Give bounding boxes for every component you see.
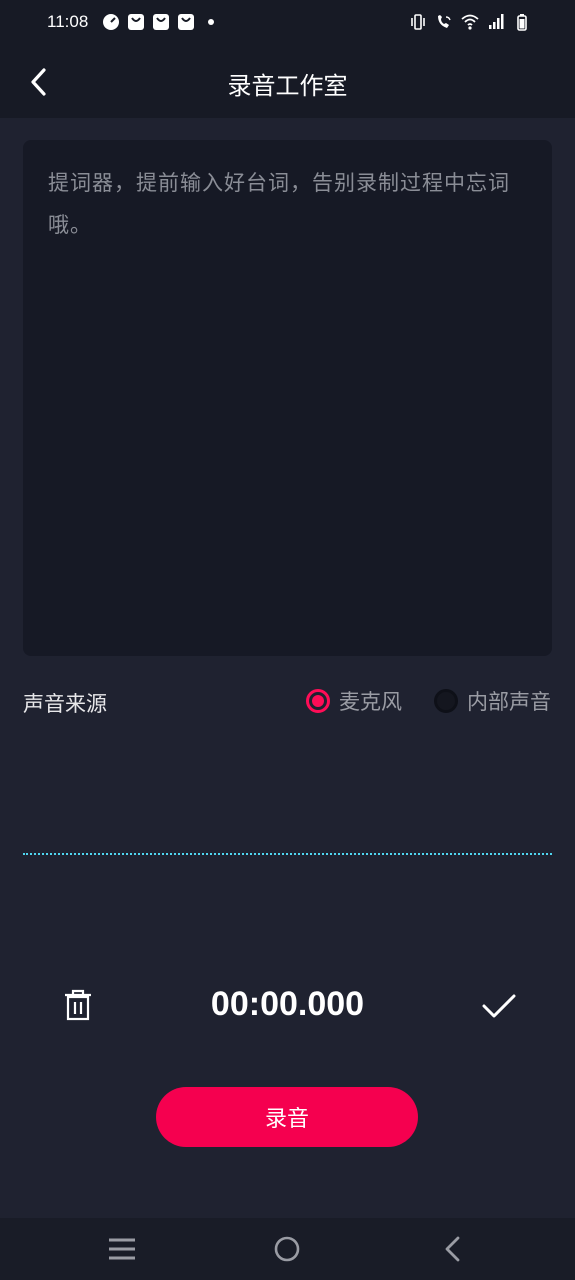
system-icons [409, 13, 531, 31]
status-time: 11:08 [47, 12, 89, 31]
waveform-line [23, 853, 552, 855]
back-nav-button[interactable] [438, 1236, 468, 1262]
menu-icon [109, 1238, 135, 1260]
vibrate-icon [411, 14, 425, 30]
speedometer-icon [103, 14, 119, 30]
radio-label: 内部声音 [467, 690, 551, 714]
shopping-bag-icon [178, 14, 194, 30]
teleprompter-panel [23, 140, 552, 656]
notification-icons [102, 13, 220, 31]
teleprompter-input[interactable] [48, 162, 527, 634]
status-bar: 11:08 [0, 0, 575, 48]
signal-icon [489, 14, 504, 29]
system-nav-bar [0, 1218, 575, 1280]
shopping-bag-icon [128, 14, 144, 30]
audio-source-label: 声音来源 [23, 692, 107, 716]
audio-source-radio-group: 麦克风 内部声音 [274, 686, 551, 716]
record-button[interactable]: 录音 [156, 1087, 418, 1147]
radio-internal-audio[interactable]: 内部声音 [434, 686, 551, 716]
app-header: 录音工作室 [0, 48, 575, 118]
dot-icon [208, 19, 214, 25]
battery-icon [517, 14, 527, 31]
radio-label: 麦克风 [339, 690, 402, 714]
recents-button[interactable] [107, 1236, 137, 1262]
recording-controls: 00:00.000 [0, 975, 575, 1035]
confirm-button[interactable] [481, 989, 517, 1023]
radio-unselected-icon [434, 689, 458, 713]
back-chevron-icon [445, 1236, 460, 1262]
checkmark-icon [482, 994, 516, 1018]
home-circle-icon [274, 1236, 300, 1262]
wifi-icon [461, 14, 479, 30]
page-title: 录音工作室 [227, 72, 348, 100]
shopping-bag-icon [153, 14, 169, 30]
radio-microphone[interactable]: 麦克风 [306, 686, 402, 716]
radio-selected-icon [306, 689, 330, 713]
home-button[interactable] [272, 1236, 302, 1262]
wifi-call-icon [438, 15, 451, 28]
